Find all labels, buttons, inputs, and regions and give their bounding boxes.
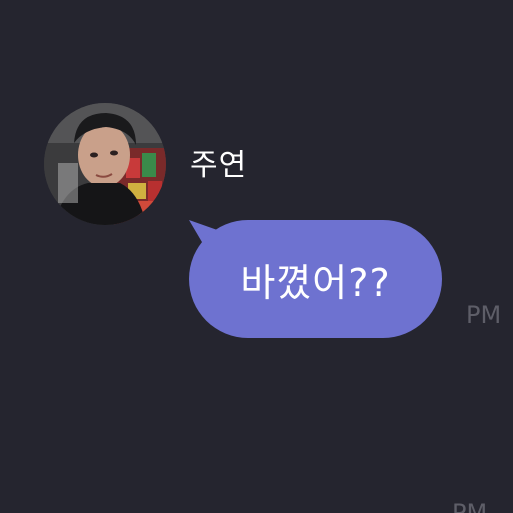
profile-photo-icon <box>44 103 166 225</box>
sender-name: 주연 <box>190 148 248 183</box>
chat-screen: 주연 바꼈어?? PM PM <box>0 0 513 513</box>
next-message-timestamp: PM <box>452 499 488 513</box>
sender-avatar[interactable] <box>44 103 166 225</box>
message-bubble[interactable]: 바꼈어?? <box>189 220 442 338</box>
message-timestamp: PM <box>466 301 502 329</box>
received-message: 주연 바꼈어?? PM <box>0 0 513 513</box>
message-text: 바꼈어?? <box>240 260 391 305</box>
